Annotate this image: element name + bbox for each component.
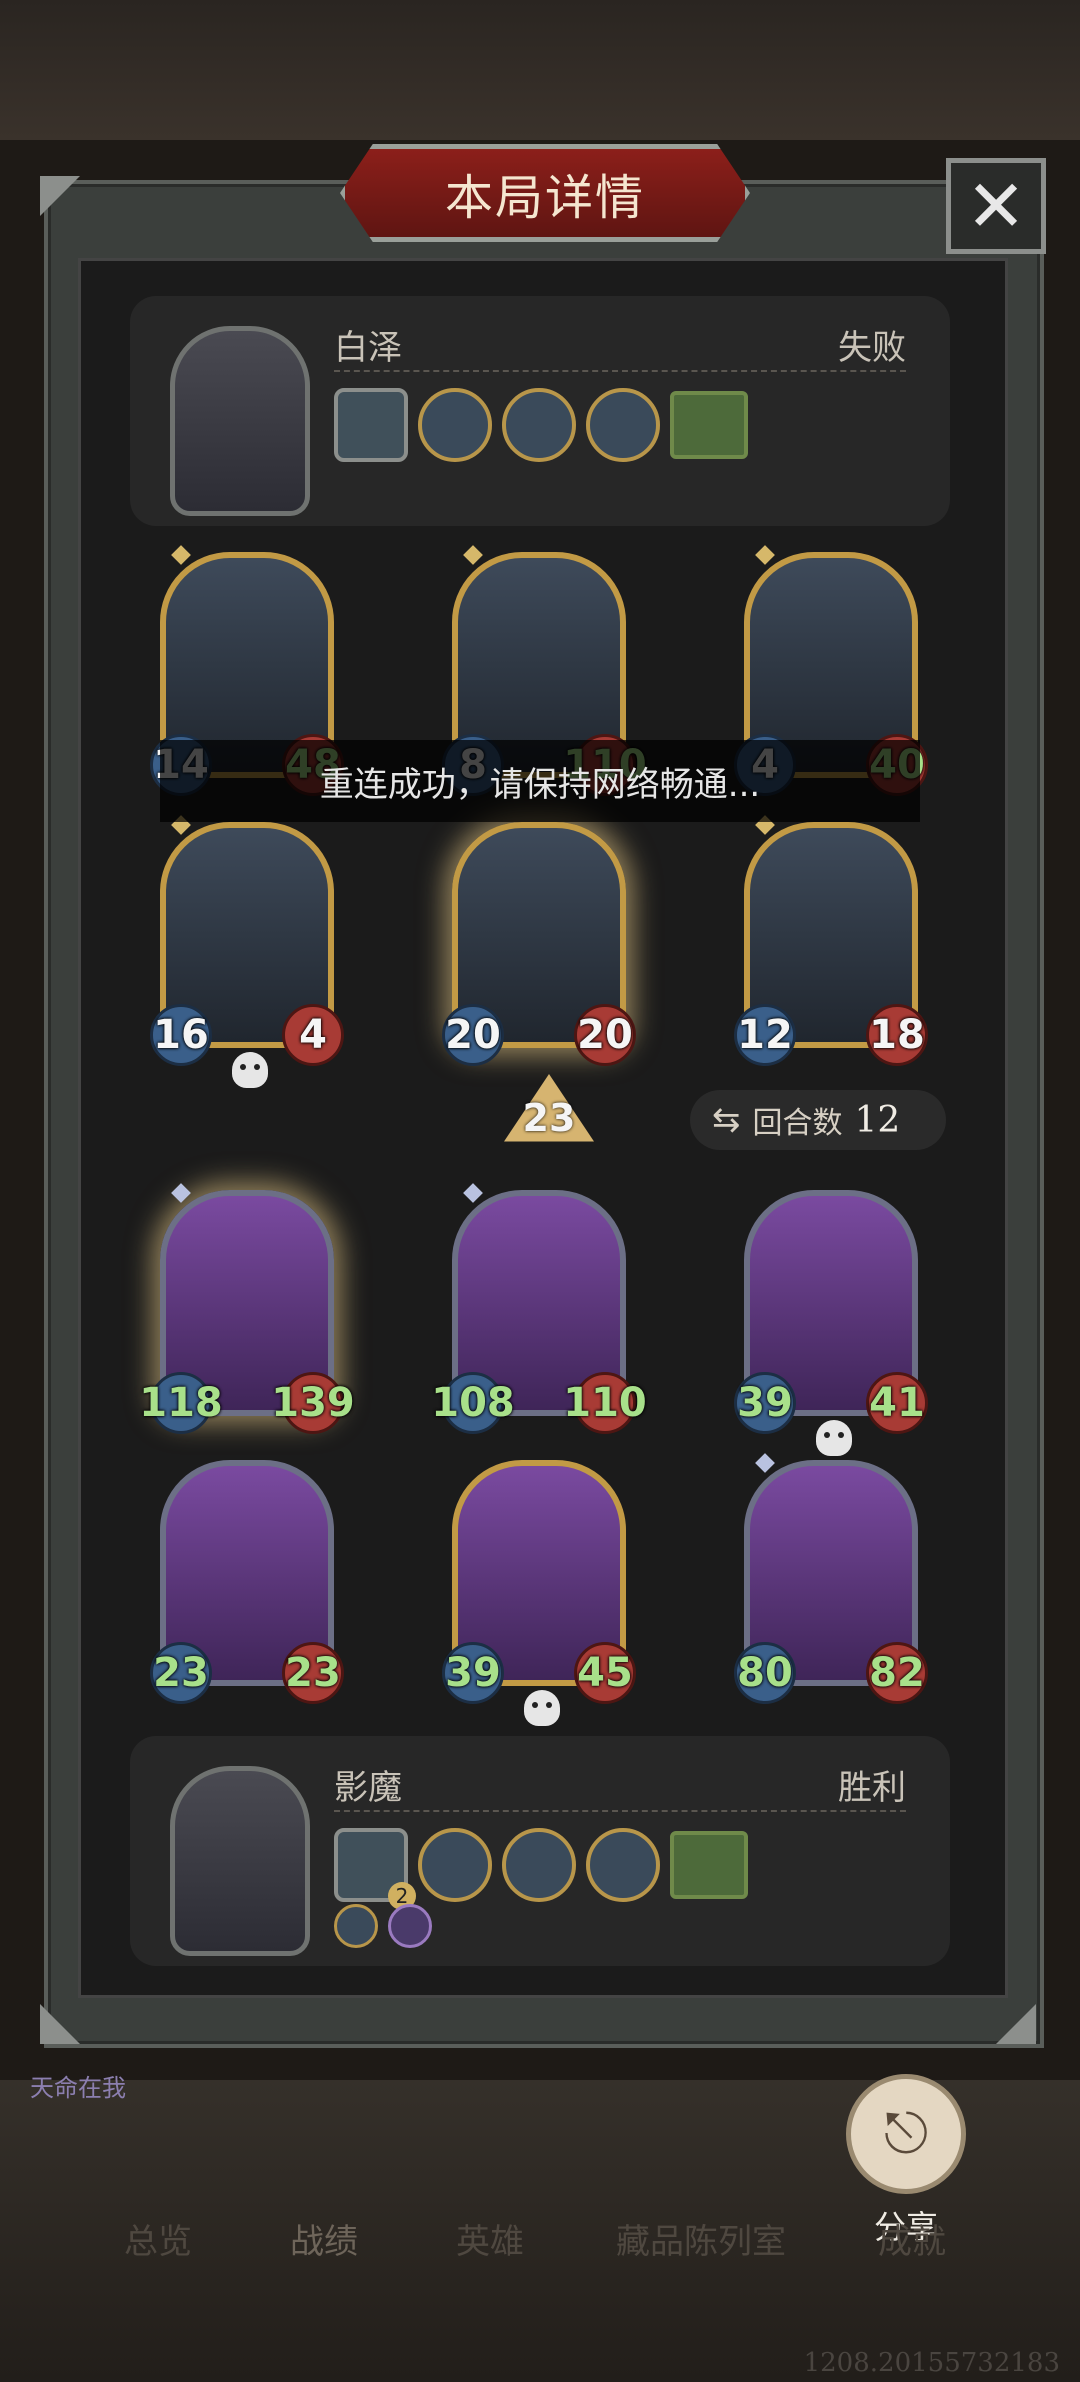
attack-value: 118 (139, 1372, 223, 1434)
minion-card[interactable]: 20 20 (442, 822, 636, 1066)
divider (334, 370, 906, 372)
attack-value: 108 (431, 1372, 515, 1434)
skull-icon (232, 1052, 268, 1088)
player-name: 影魔 (334, 1768, 402, 1808)
nav-collection[interactable]: 藏品陈列室 (616, 2214, 786, 2263)
attack-value: 23 (150, 1642, 212, 1704)
nav-records[interactable]: 战绩 (290, 2214, 358, 2263)
background-top (0, 0, 1080, 140)
dialog-title: 本局详情 (444, 170, 645, 226)
close-icon: ✕ (965, 164, 1027, 248)
round-label: 回合数 (752, 1106, 843, 1141)
health-value: 23 (282, 1642, 344, 1704)
book-icon[interactable] (670, 391, 748, 459)
nav-achievements[interactable]: 成就 (878, 2214, 946, 2263)
health-value: 110 (563, 1372, 647, 1434)
attack-value: 39 (734, 1372, 796, 1434)
attack-value: 16 (150, 1004, 212, 1066)
attack-value: 12 (734, 1004, 796, 1066)
gem-icon[interactable] (388, 1904, 432, 1948)
health-value: 4 (282, 1004, 344, 1066)
health-value: 45 (574, 1642, 636, 1704)
buffs-row (334, 1904, 432, 1948)
swap-icon: ⇆ (712, 1100, 741, 1140)
title-banner: 本局详情 (340, 144, 750, 242)
health-value: 139 (271, 1372, 355, 1434)
build-id: 1208.20155732183 (803, 2348, 1060, 2378)
player-panel-bottom: 影魔 胜利 2 (130, 1736, 950, 1966)
attack-value: 39 (442, 1642, 504, 1704)
player-name: 白泽 (334, 328, 402, 368)
match-result: 失败 (838, 328, 906, 368)
share-icon: ⎋ (883, 2101, 929, 2166)
player-panel-top: 白泽 失败 (130, 296, 950, 526)
share-button[interactable]: ⎋ (846, 2074, 966, 2194)
trinket-icon[interactable] (586, 1828, 660, 1902)
sword-icon[interactable] (334, 1904, 378, 1948)
nav-overview[interactable]: 总览 (124, 2214, 192, 2263)
hero-portrait[interactable] (170, 326, 310, 516)
health-value: 82 (866, 1642, 928, 1704)
skull-icon (816, 1420, 852, 1456)
minion-card[interactable]: 80 82 (734, 1453, 928, 1704)
close-button[interactable]: ✕ (946, 158, 1046, 254)
hero-portrait[interactable] (170, 1766, 310, 1956)
minion-card[interactable]: 23 23 (150, 1460, 344, 1704)
trinket-icon[interactable] (502, 388, 576, 462)
health-value: 18 (866, 1004, 928, 1066)
match-result: 胜利 (838, 1768, 906, 1808)
minion-card[interactable]: 12 18 (734, 815, 928, 1066)
items-row (334, 388, 748, 462)
round-counter: ⇆ 回合数 12 (690, 1090, 946, 1150)
minion-card[interactable]: 39 41 (734, 1190, 928, 1456)
skull-icon (524, 1690, 560, 1726)
reconnect-toast: 重连成功，请保持网络畅通... (160, 740, 920, 822)
health-value: 41 (866, 1372, 928, 1434)
attack-value: 20 (442, 1004, 504, 1066)
tier-value: 23 (522, 1096, 576, 1140)
health-value: 20 (574, 1004, 636, 1066)
items-row: 2 (334, 1828, 748, 1910)
trinket-icon[interactable] (502, 1828, 576, 1902)
trinket-icon[interactable] (586, 388, 660, 462)
trinket-icon[interactable] (418, 1828, 492, 1902)
divider (334, 1810, 906, 1812)
minion-card[interactable]: 39 45 (442, 1460, 636, 1726)
round-value: 12 (854, 1099, 901, 1141)
minion-card[interactable]: 118 139 (139, 1183, 355, 1434)
book-icon[interactable] (670, 1831, 748, 1899)
minion-card[interactable]: 108 110 (431, 1183, 647, 1434)
minion-card[interactable]: 16 4 (150, 815, 344, 1088)
hero-avatar-icon[interactable] (334, 388, 408, 462)
trinket-icon[interactable] (418, 388, 492, 462)
attack-value: 80 (734, 1642, 796, 1704)
hero-avatar-icon[interactable]: 2 (334, 1828, 416, 1910)
nav-heroes[interactable]: 英雄 (456, 2214, 524, 2263)
side-tag: 天命在我 (30, 2074, 126, 2102)
